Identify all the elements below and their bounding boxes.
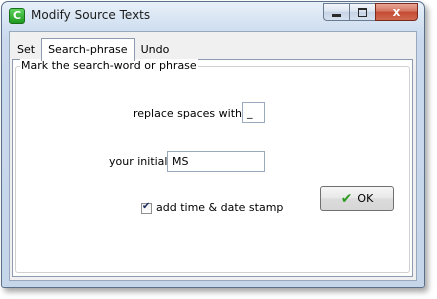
search-phrase-group: Mark the search-word or phrase replace s… — [15, 59, 410, 273]
window-title: Modify Source Texts — [31, 8, 151, 22]
initials-input[interactable]: MS — [167, 151, 265, 172]
tab-strip: Set Search-phrase Undo — [11, 38, 176, 61]
time-date-stamp-label[interactable]: add time & date stamp — [156, 201, 283, 214]
close-button[interactable]: x — [375, 3, 418, 21]
checkbox-check-icon: ✔ — [142, 201, 151, 212]
replace-spaces-label: replace spaces with — [133, 107, 242, 120]
dialog-window: C Modify Source Texts x Set Search-phras… — [1, 1, 425, 288]
dialog-client-area: Set Search-phrase Undo Mark the search-w… — [9, 31, 417, 281]
checkmark-icon: ✔ — [340, 190, 353, 207]
app-icon[interactable]: C — [9, 8, 25, 24]
caption-buttons: x — [323, 3, 418, 21]
replace-spaces-input[interactable]: _ — [242, 102, 265, 123]
maximize-button[interactable] — [349, 3, 375, 21]
minimize-button[interactable] — [323, 3, 349, 21]
initials-label: your initials — [109, 155, 174, 168]
tab-undo[interactable]: Undo — [135, 40, 176, 60]
tab-search-phrase[interactable]: Search-phrase — [41, 38, 135, 61]
close-icon: x — [392, 5, 401, 19]
title-bar[interactable]: C Modify Source Texts x — [2, 2, 424, 30]
ok-button-label: OK — [357, 192, 374, 205]
time-date-stamp-checkbox[interactable]: ✔ — [141, 201, 152, 214]
tab-set[interactable]: Set — [11, 40, 41, 60]
tab-panel-search-phrase: Mark the search-word or phrase replace s… — [12, 59, 413, 277]
ok-button[interactable]: ✔ OK — [320, 186, 394, 211]
